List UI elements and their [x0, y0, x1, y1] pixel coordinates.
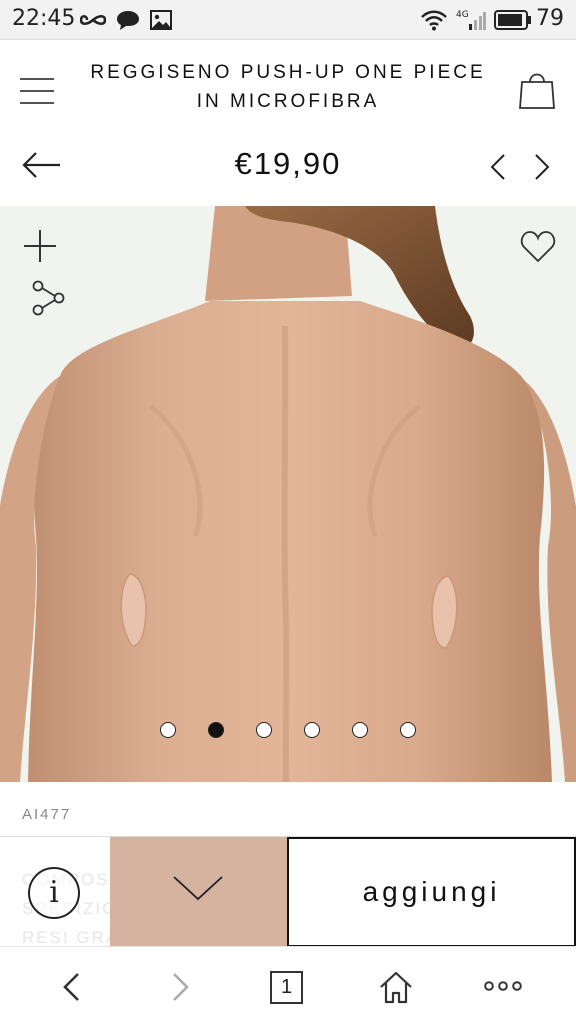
- product-title-line1: REGGISENO PUSH-UP ONE PIECE: [90, 62, 486, 83]
- next-product-icon[interactable]: [530, 152, 554, 182]
- gallery-dot[interactable]: [304, 722, 320, 738]
- gallery-dot[interactable]: [400, 722, 416, 738]
- browser-tabs-button[interactable]: 1: [270, 971, 303, 1004]
- status-bar: 22:45 4G 79: [0, 0, 576, 40]
- gallery-dot[interactable]: [352, 722, 368, 738]
- browser-back-icon[interactable]: [60, 971, 84, 1003]
- signal-4g-icon: 4G: [456, 10, 486, 30]
- image-icon: [150, 10, 172, 30]
- price-row: €19,90: [0, 128, 576, 206]
- gallery-dot[interactable]: [256, 722, 272, 738]
- info-button[interactable]: i: [28, 867, 80, 919]
- browser-forward-icon[interactable]: [168, 971, 192, 1003]
- product-image[interactable]: [0, 206, 576, 782]
- shopping-bag-icon[interactable]: [518, 70, 556, 110]
- chat-icon: [117, 11, 139, 30]
- product-title-line2: IN MICROFIBRA: [196, 91, 380, 112]
- favorite-heart-icon[interactable]: [520, 230, 556, 264]
- infinity-icon: [80, 14, 106, 26]
- battery-icon: [494, 10, 531, 30]
- battery-percent: 79: [536, 6, 564, 31]
- info-cell: COMPOSIZIONE SPEDIZIONE E RESI GRATUITI …: [0, 837, 110, 947]
- product-sku: AI477: [22, 806, 72, 823]
- app-header: REGGISENO PUSH-UP ONE PIECE IN MICROFIBR…: [0, 40, 576, 128]
- svg-text:4G: 4G: [456, 10, 469, 20]
- hamburger-menu-icon[interactable]: [20, 78, 54, 106]
- back-arrow-icon[interactable]: [22, 150, 62, 180]
- browser-toolbar: 1: [0, 946, 576, 1024]
- share-icon[interactable]: [30, 280, 66, 316]
- gallery-dot[interactable]: [160, 722, 176, 738]
- wifi-icon: [421, 10, 447, 31]
- info-ghost-line: RESI GRATUITI: [22, 928, 110, 947]
- previous-product-icon[interactable]: [486, 152, 510, 182]
- zoom-plus-icon[interactable]: [22, 228, 58, 264]
- color-selector[interactable]: [110, 837, 287, 947]
- gallery-pagination: [0, 720, 576, 740]
- gallery-dot-active[interactable]: [208, 722, 224, 738]
- add-to-cart-button[interactable]: aggiungi: [287, 837, 576, 947]
- product-title: REGGISENO PUSH-UP ONE PIECE IN MICROFIBR…: [80, 58, 496, 116]
- model-back-photo: [0, 206, 576, 782]
- chevron-down-icon: [173, 876, 223, 901]
- more-options-icon[interactable]: [484, 979, 522, 993]
- product-price: €19,90: [234, 146, 342, 181]
- status-time: 22:45: [12, 6, 76, 31]
- action-row: COMPOSIZIONE SPEDIZIONE E RESI GRATUITI …: [0, 836, 576, 947]
- home-icon[interactable]: [378, 969, 414, 1005]
